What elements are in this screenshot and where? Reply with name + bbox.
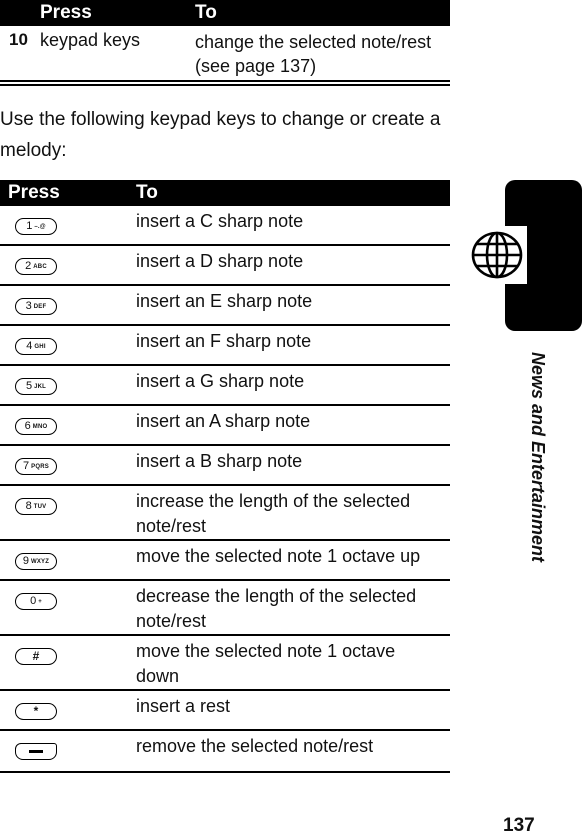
table-row: 9 WXYZ move the selected note 1 octave up bbox=[0, 541, 450, 581]
key-letters: –.@ bbox=[34, 223, 46, 230]
table-row: 2 ABC insert a D sharp note bbox=[0, 246, 450, 286]
table-row: * insert a rest bbox=[0, 691, 450, 731]
row-action: insert a B sharp note bbox=[136, 451, 303, 471]
header-press: Press bbox=[8, 182, 60, 203]
key-digit: 7 bbox=[23, 460, 30, 472]
table-row: remove the selected note/rest bbox=[0, 731, 450, 773]
key-letters: GHI bbox=[34, 343, 46, 350]
key-letters: ABC bbox=[33, 263, 47, 270]
row-to: change the selected note/rest (see page … bbox=[195, 32, 432, 76]
table-row: # move the selected note 1 octave down bbox=[0, 636, 450, 691]
minus-softkey-icon bbox=[15, 743, 57, 760]
header-press: Press bbox=[40, 2, 92, 23]
top-table-header: Press To bbox=[0, 0, 450, 26]
key-letters: MNO bbox=[32, 423, 48, 430]
keypad-key-icon: 5 JKL bbox=[15, 378, 57, 395]
keypad-key-icon: * bbox=[15, 703, 57, 720]
key-digit: 4 bbox=[26, 340, 33, 352]
intro-paragraph: Use the following keypad keys to change … bbox=[0, 109, 441, 161]
table-row: 4 GHI insert an F sharp note bbox=[0, 326, 450, 366]
table-row: 8 TUV increase the length of the selected … bbox=[0, 486, 450, 541]
top-table-row: 10 keypad keys change the selected note/… bbox=[0, 26, 450, 80]
key-digit: 2 bbox=[25, 260, 32, 272]
row-action: insert an E sharp note bbox=[136, 291, 313, 311]
row-action: move the selected note 1 octave up bbox=[136, 546, 421, 566]
keypad-key-icon: 2 ABC bbox=[15, 258, 57, 275]
table-row: 3 DEF insert an E sharp note bbox=[0, 286, 450, 326]
globe-icon bbox=[471, 231, 523, 279]
key-digit: 1 bbox=[26, 220, 33, 232]
keypad-key-icon: 8 TUV bbox=[15, 498, 57, 515]
chapter-title: News and Entertainment bbox=[528, 352, 548, 563]
keypad-key-icon: 1 –.@ bbox=[15, 218, 57, 235]
minus-icon bbox=[29, 750, 43, 753]
key-digit: # bbox=[32, 649, 40, 663]
key-letters: JKL bbox=[34, 383, 47, 390]
keypad-key-icon: 9 WXYZ bbox=[15, 553, 57, 570]
row-action: insert a G sharp note bbox=[136, 371, 305, 391]
header-to: To bbox=[136, 182, 158, 203]
key-letters: DEF bbox=[33, 303, 47, 310]
row-action: remove the selected note/rest bbox=[136, 736, 374, 756]
row-action: insert a D sharp note bbox=[136, 251, 304, 271]
key-letters: TUV bbox=[33, 503, 47, 510]
row-action: insert a C sharp note bbox=[136, 211, 304, 231]
table-row: 5 JKL insert a G sharp note bbox=[0, 366, 450, 406]
keypad-key-icon: 0 + bbox=[15, 593, 57, 610]
row-action: decrease the length of the selected note… bbox=[136, 586, 417, 631]
header-to: To bbox=[195, 2, 217, 23]
keypad-key-icon: 6 MNO bbox=[15, 418, 57, 435]
row-action: insert an F sharp note bbox=[136, 331, 312, 351]
table-row: 1 –.@ insert a C sharp note bbox=[0, 206, 450, 246]
key-letters: + bbox=[38, 598, 42, 605]
row-action: insert an A sharp note bbox=[136, 411, 311, 431]
main-table-body: 1 –.@ insert a C sharp note 2 ABC insert a D … bbox=[0, 206, 450, 773]
key-digit: 6 bbox=[24, 420, 31, 432]
table-end-rule bbox=[0, 80, 450, 86]
key-digit: 9 bbox=[22, 555, 29, 567]
table-row: 6 MNO insert an A sharp note bbox=[0, 406, 450, 446]
row-number: 10 bbox=[9, 30, 28, 49]
key-digit: 5 bbox=[25, 380, 33, 392]
key-digit: * bbox=[33, 704, 39, 718]
page-number: 137 bbox=[503, 815, 535, 836]
key-letters: PQRS bbox=[31, 463, 49, 470]
row-press: keypad keys bbox=[40, 30, 141, 50]
table-row: 0 + decrease the length of the selected no… bbox=[0, 581, 450, 636]
main-table-header: Press To bbox=[0, 180, 450, 206]
key-letters: WXYZ bbox=[30, 558, 50, 565]
keypad-key-icon: # bbox=[15, 648, 57, 665]
keypad-key-icon: 7 PQRS bbox=[15, 458, 57, 475]
key-digit: 3 bbox=[25, 300, 32, 312]
key-digit: 0 bbox=[30, 595, 37, 607]
row-action: move the selected note 1 octave down bbox=[136, 641, 396, 686]
key-digit: 8 bbox=[25, 500, 32, 512]
table-row: 7 PQRS insert a B sharp note bbox=[0, 446, 450, 486]
keypad-key-icon: 3 DEF bbox=[15, 298, 57, 315]
row-action: increase the length of the selected note… bbox=[136, 491, 411, 536]
keypad-key-icon: 4 GHI bbox=[15, 338, 57, 355]
row-action: insert a rest bbox=[136, 696, 231, 716]
